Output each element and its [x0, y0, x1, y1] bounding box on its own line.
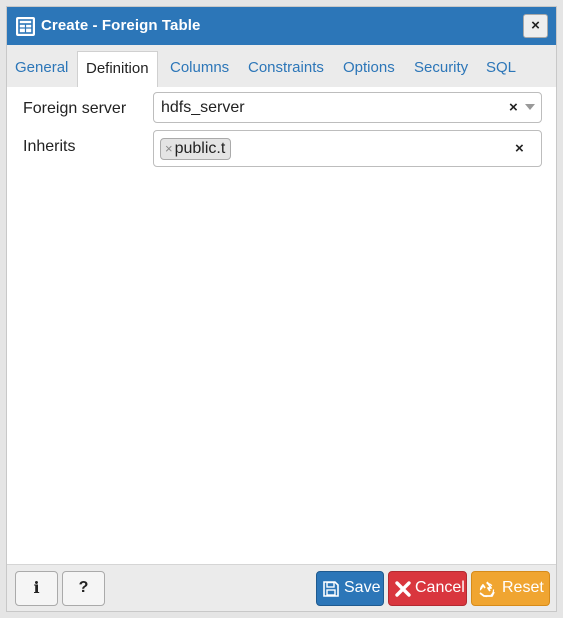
- dialog-title: Create - Foreign Table: [41, 17, 201, 34]
- tab-columns[interactable]: Columns: [170, 51, 229, 87]
- inherits-label: Inherits: [23, 138, 76, 155]
- floppy-disk-icon: [322, 580, 340, 603]
- x-icon: [394, 580, 412, 603]
- save-label: Save: [344, 579, 381, 596]
- tab-general[interactable]: General: [15, 51, 68, 87]
- cancel-button[interactable]: Cancel: [388, 571, 467, 606]
- cancel-label: Cancel: [415, 579, 465, 596]
- chevron-down-icon[interactable]: [525, 104, 535, 110]
- foreign-server-clear-icon[interactable]: ×: [509, 99, 518, 116]
- foreign-server-value: hdfs_server: [161, 99, 245, 116]
- foreign-server-select[interactable]: hdfs_server ×: [153, 92, 542, 123]
- help-button[interactable]: ?: [62, 571, 105, 606]
- table-icon: [16, 17, 35, 36]
- close-button[interactable]: ×: [523, 14, 548, 38]
- save-button[interactable]: Save: [316, 571, 384, 606]
- tab-options[interactable]: Options: [343, 51, 395, 87]
- tab-security[interactable]: Security: [414, 51, 468, 87]
- foreign-server-label: Foreign server: [23, 100, 127, 117]
- dialog-footer: i ? Save Cancel Reset: [7, 566, 556, 611]
- create-foreign-table-dialog: Create - Foreign Table × General Definit…: [6, 6, 557, 612]
- definition-panel: Foreign server hdfs_server × Inherits × p…: [7, 87, 556, 565]
- tab-definition[interactable]: Definition: [77, 51, 158, 87]
- tab-constraints[interactable]: Constraints: [248, 51, 324, 87]
- dialog-titlebar[interactable]: Create - Foreign Table ×: [7, 7, 556, 45]
- tab-bar: General Definition Columns Constraints O…: [7, 45, 556, 87]
- inherits-tag-label: public.t: [174, 140, 226, 157]
- recycle-icon: [477, 580, 497, 603]
- inherits-clear-icon[interactable]: ×: [515, 140, 524, 157]
- inherits-tag: × public.t: [160, 138, 232, 160]
- tab-sql[interactable]: SQL: [486, 51, 516, 87]
- inherits-select[interactable]: × public.t ×: [153, 130, 542, 167]
- reset-button[interactable]: Reset: [471, 571, 550, 606]
- reset-label: Reset: [502, 579, 544, 596]
- tag-remove-icon[interactable]: ×: [165, 141, 173, 156]
- info-button[interactable]: i: [15, 571, 58, 606]
